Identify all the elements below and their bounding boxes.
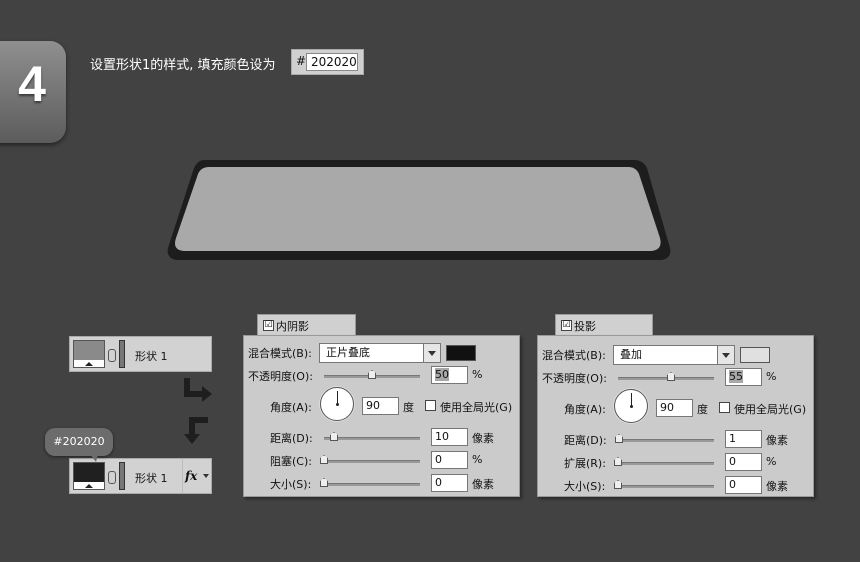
opacity-label: 不透明度(O): (542, 372, 607, 385)
chain-link-icon (108, 349, 116, 362)
layer-row-before[interactable]: 形状 1 (69, 336, 212, 372)
distance-slider[interactable] (324, 437, 420, 440)
layer-mask-thumbnail (119, 340, 125, 368)
choke-unit: % (472, 453, 483, 466)
size-field[interactable]: 0 (431, 474, 468, 492)
angle-unit: 度 (697, 403, 708, 416)
angle-field[interactable]: 90 (362, 397, 399, 415)
enable-checkbox[interactable]: ☑ (263, 320, 274, 331)
opacity-unit: % (766, 370, 777, 383)
tab-drop-shadow[interactable]: ☑ 投影 (555, 314, 653, 336)
spread-slider-handle[interactable] (614, 457, 622, 466)
color-tooltip: #202020 (45, 428, 113, 456)
blend-mode-select[interactable]: 叠加 (613, 345, 735, 365)
opacity-slider-handle[interactable] (667, 372, 675, 381)
opacity-field[interactable]: 50 (431, 366, 468, 384)
layer-thumbnail (73, 340, 105, 368)
blend-mode-value: 正片叠底 (326, 346, 370, 359)
global-light-checkbox[interactable] (425, 400, 436, 411)
opacity-field[interactable]: 55 (725, 368, 762, 386)
distance-slider-handle[interactable] (330, 432, 338, 441)
chevron-down-icon (423, 344, 440, 362)
arrow-down-right-icon (184, 378, 204, 397)
chain-link-icon (108, 471, 116, 484)
angle-unit: 度 (403, 401, 414, 414)
blend-mode-label: 混合模式(B): (248, 347, 312, 360)
tab-inner-shadow[interactable]: ☑ 内阴影 (257, 314, 356, 336)
layer-name: 形状 1 (135, 350, 168, 363)
spread-slider[interactable] (618, 462, 714, 465)
choke-slider-handle[interactable] (320, 455, 328, 464)
layer-row-after[interactable]: 形状 1 fx (69, 458, 212, 494)
flow-arrows (184, 378, 212, 444)
spread-field[interactable]: 0 (725, 453, 762, 471)
spread-unit: % (766, 455, 777, 468)
drop-shadow-panel: 混合模式(B): 叠加 不透明度(O): 55 % 角度(A): 90 度 使用… (537, 335, 814, 497)
angle-field[interactable]: 90 (656, 399, 693, 417)
inner-shadow-panel: 混合模式(B): 正片叠底 不透明度(O): 50 % 角度(A): 90 度 … (243, 335, 520, 497)
chevron-down-icon (203, 474, 209, 478)
global-light-checkbox[interactable] (719, 402, 730, 413)
chevron-down-icon (717, 346, 734, 364)
size-slider[interactable] (324, 483, 420, 486)
global-light-label: 使用全局光(G) (734, 403, 807, 416)
shadow-color-swatch[interactable] (446, 345, 476, 361)
size-unit: 像素 (472, 478, 494, 491)
spread-label: 扩展(R): (564, 457, 606, 470)
distance-unit: 像素 (472, 432, 494, 445)
size-unit: 像素 (766, 480, 788, 493)
size-slider-handle[interactable] (320, 478, 328, 487)
distance-field[interactable]: 10 (431, 428, 468, 446)
size-label: 大小(S): (270, 478, 312, 491)
size-slider-handle[interactable] (614, 480, 622, 489)
layer-name: 形状 1 (135, 472, 168, 485)
layer-thumbnail (73, 462, 105, 490)
angle-label: 角度(A): (270, 401, 312, 414)
choke-slider[interactable] (324, 460, 420, 463)
angle-label: 角度(A): (564, 403, 606, 416)
angle-dial[interactable] (614, 389, 648, 423)
blend-mode-select[interactable]: 正片叠底 (319, 343, 441, 363)
distance-slider[interactable] (618, 439, 714, 442)
opacity-slider-handle[interactable] (368, 370, 376, 379)
tab-label: 投影 (574, 320, 596, 333)
opacity-slider[interactable] (618, 377, 714, 380)
size-slider[interactable] (618, 485, 714, 488)
blend-mode-value: 叠加 (620, 348, 642, 361)
distance-label: 距离(D): (564, 434, 607, 447)
shadow-color-swatch[interactable] (740, 347, 770, 363)
size-label: 大小(S): (564, 480, 606, 493)
global-light-label: 使用全局光(G) (440, 401, 513, 414)
opacity-label: 不透明度(O): (248, 370, 313, 383)
arrow-down-left-icon (189, 417, 208, 436)
distance-slider-handle[interactable] (615, 434, 623, 443)
distance-field[interactable]: 1 (725, 430, 762, 448)
size-field[interactable]: 0 (725, 476, 762, 494)
blend-mode-label: 混合模式(B): (542, 349, 606, 362)
distance-label: 距离(D): (270, 432, 313, 445)
layer-effects-button[interactable]: fx (182, 459, 211, 493)
angle-dial[interactable] (320, 387, 354, 421)
choke-field[interactable]: 0 (431, 451, 468, 469)
enable-checkbox[interactable]: ☑ (561, 320, 572, 331)
layer-mask-thumbnail (119, 462, 125, 490)
opacity-unit: % (472, 368, 483, 381)
distance-unit: 像素 (766, 434, 788, 447)
tooltip-tail (90, 454, 98, 462)
shape-fill (175, 167, 661, 251)
tab-label: 内阴影 (276, 320, 309, 333)
choke-label: 阻塞(C): (270, 455, 312, 468)
fx-icon: fx (185, 469, 198, 483)
